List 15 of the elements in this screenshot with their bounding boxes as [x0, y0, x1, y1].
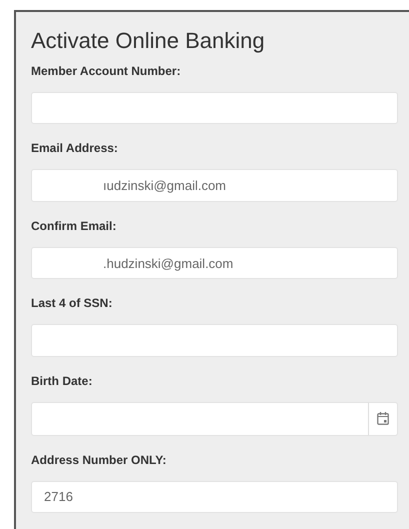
input-field[interactable] [31, 92, 398, 124]
date-field[interactable] [31, 402, 369, 436]
input-field[interactable]: .hudzinski@gmail.com [31, 246, 398, 280]
input-field[interactable]: ıudzinski@gmail.com [31, 169, 398, 202]
input-field[interactable] [31, 324, 398, 357]
input-field[interactable]: 2716 [31, 480, 398, 514]
field-label: Last 4 of SSN: [31, 295, 112, 312]
field-label: Birth Date: [31, 372, 92, 389]
calendar-button[interactable] [368, 402, 398, 436]
field-label: Member Account Number: [31, 63, 181, 79]
field-label: Confirm Email: [31, 218, 116, 234]
form-title: Activate Online Banking [31, 28, 266, 54]
field-label: Address Number ONLY: [31, 452, 166, 468]
field-label: Email Address: [31, 140, 118, 156]
calendar-icon [377, 412, 389, 426]
